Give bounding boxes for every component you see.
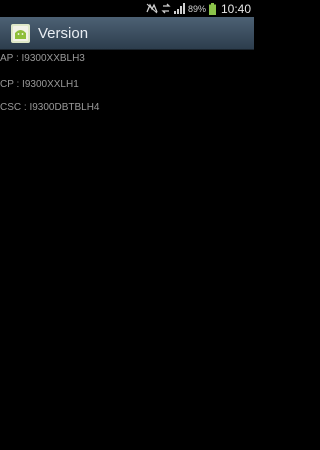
battery-percent: 89% [187, 3, 206, 14]
version-row-ap: AP : I9300XXBLH3 [0, 53, 85, 64]
sync-icon [161, 3, 171, 14]
signal-icon [173, 3, 185, 14]
action-bar: Version [0, 17, 254, 50]
version-row-cp: CP : I9300XXLH1 [0, 79, 79, 90]
app-icon[interactable] [11, 24, 30, 43]
clock: 10:40 [220, 1, 251, 16]
page-title: Version [38, 25, 89, 42]
version-row-csc: CSC : I9300DBTBLH4 [0, 102, 100, 113]
battery-icon [208, 2, 216, 15]
no-notifications-icon [146, 3, 158, 14]
status-bar: 89% 10:40 [0, 0, 254, 17]
status-icons: 89% 10:40 [146, 0, 254, 17]
